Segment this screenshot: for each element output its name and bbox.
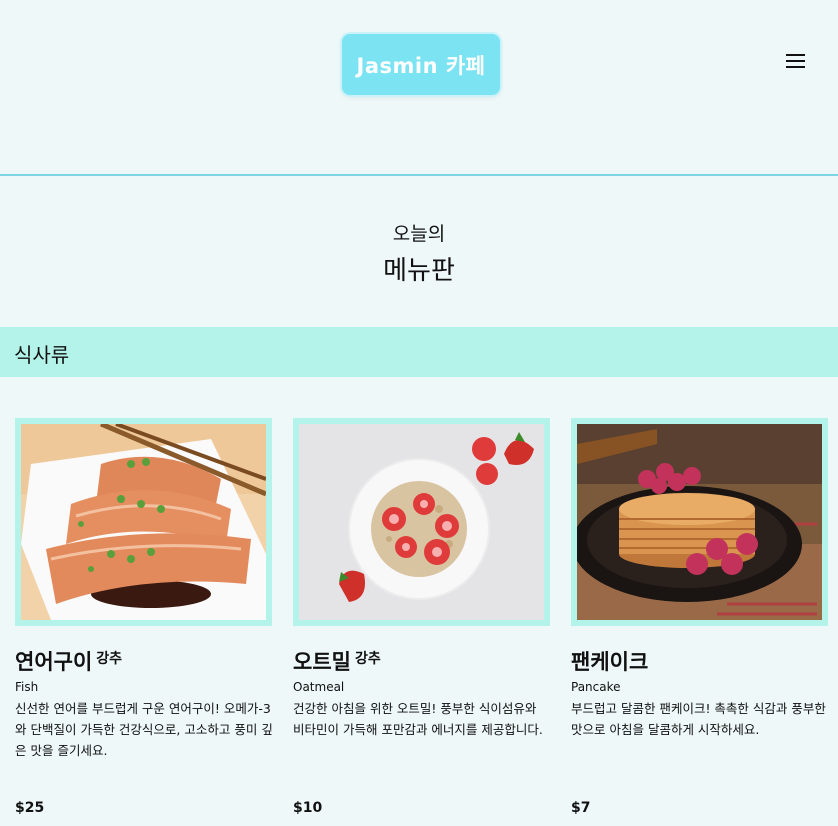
item-price: $10	[293, 800, 323, 816]
site-header: Jasmin 카페	[0, 0, 838, 176]
page-title: 메뉴판	[383, 256, 455, 286]
hamburger-menu-icon[interactable]	[786, 52, 808, 70]
menu-card-pancake: 팬케이크 Pancake 부드럽고 달콤한 팬케이크! 촉촉한 식감과 풍부한 …	[571, 418, 828, 816]
cafe-logo[interactable]: Jasmin 카페	[342, 34, 500, 95]
page-subtitle: 오늘의	[392, 223, 446, 245]
item-name-oatmeal: 오트밀 강추	[293, 650, 381, 674]
pancake-image[interactable]	[571, 418, 828, 626]
recommend-badge: 강추	[354, 651, 381, 667]
item-english-name: Pancake	[571, 680, 621, 694]
item-description: 부드럽고 달콤한 팬케이크! 촉촉한 식감과 풍부한 맛으로 아침을 달콤하게 …	[571, 701, 826, 737]
recommend-badge: 강추	[96, 651, 123, 667]
oatmeal-image[interactable]	[293, 418, 550, 626]
menu-card-salmon: 연어구이 강추 Fish 신선한 연어를 부드럽게 구운 연어구이! 오메가-3와…	[15, 418, 273, 816]
category-label: 식사류	[14, 343, 70, 367]
item-description: 건강한 아침을 위한 오트밀! 풍부한 식이섬유와 비타민이 가득해 포만감과 …	[293, 701, 543, 737]
menu-card-oatmeal: 오트밀 강추 Oatmeal 건강한 아침을 위한 오트밀! 풍부한 식이섬유와 …	[293, 418, 550, 816]
item-price: $7	[571, 800, 591, 816]
logo-text: Jasmin 카페	[356, 53, 486, 78]
category-bar: 식사류	[0, 327, 838, 377]
item-name-salmon: 연어구이 강추	[15, 650, 123, 674]
item-english-name: Oatmeal	[293, 680, 345, 694]
item-price: $25	[15, 800, 45, 816]
item-english-name: Fish	[15, 680, 39, 694]
item-name-pancake: 팬케이크	[571, 650, 649, 674]
salmon-image[interactable]	[15, 418, 272, 626]
item-description: 신선한 연어를 부드럽게 구운 연어구이! 오메가-3와 단백질이 가득한 건강…	[15, 701, 273, 758]
